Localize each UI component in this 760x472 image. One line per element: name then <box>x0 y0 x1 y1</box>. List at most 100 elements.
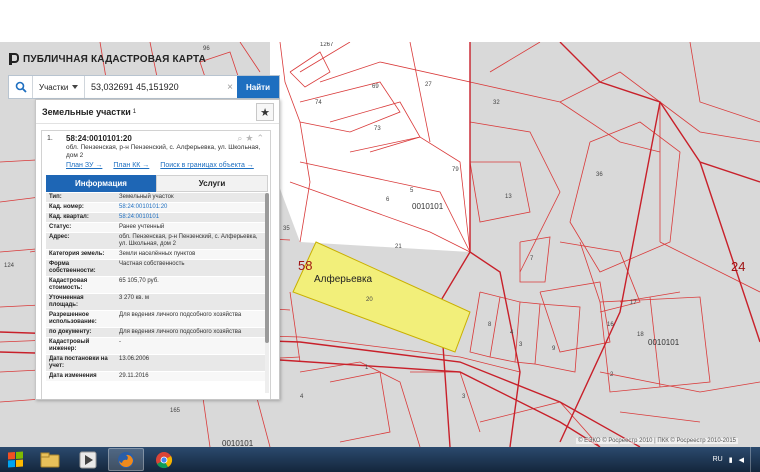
search-input[interactable] <box>85 76 223 98</box>
panel-scrollbar[interactable] <box>265 193 269 393</box>
attribute-value[interactable]: 58:24:0010101:20 <box>116 203 268 212</box>
network-icon[interactable]: ▮ <box>729 456 733 464</box>
screen: 96 1267 74 69 27 73 79 5 6 13 21 35 36 3… <box>0 0 760 472</box>
settlement-name: Алферьевка <box>314 274 373 285</box>
parcel-number: 3 <box>519 342 523 348</box>
card-cad-id[interactable]: 58:24:0010101:20 <box>66 134 132 143</box>
parcel-card: 1. 58:24:0010101:20 ⌕ ★ ⌃ обл. Пензенска… <box>41 130 271 399</box>
app-header: ПУБЛИЧНАЯ КАДАСТРОВАЯ КАРТА <box>8 50 206 68</box>
tab-info[interactable]: Информация <box>46 175 156 192</box>
windows-taskbar: RU ▮ ◀ <box>0 447 760 472</box>
attribute-label: Разрешенное использование: <box>49 312 97 325</box>
search-icon[interactable] <box>9 76 33 98</box>
parcel-number: 20 <box>366 297 373 303</box>
attribute-row: Уточненная площадь: 3 270 кв. м <box>46 294 268 311</box>
attributes-table: Тип: Земельный участок Кад. номер: 58:24:00… <box>46 193 268 382</box>
attribute-row: Кадастровый инженер: - <box>46 338 268 355</box>
attribute-value: Частная собственность <box>119 261 185 267</box>
search-type-label: Участки <box>39 82 69 92</box>
attribute-value: Для ведения личного подсобного хозяйства <box>119 312 242 318</box>
attribute-value: Земли населённых пунктов <box>119 251 196 257</box>
parcel-number: 73 <box>374 126 381 132</box>
volume-icon[interactable]: ◀ <box>739 456 744 464</box>
parcel-number: 32 <box>493 100 500 106</box>
zoom-icon[interactable]: ⌕ <box>237 133 242 144</box>
attribute-value: 65 105,70 руб. <box>119 278 159 284</box>
search-in-bounds-link[interactable]: Поиск в границах объекта → <box>160 162 254 169</box>
media-player-icon[interactable] <box>70 448 106 471</box>
parcel-number: 18 <box>637 332 644 338</box>
parcel-number: 1 <box>365 365 369 371</box>
attribute-label: Кад. квартал: <box>49 214 89 220</box>
plan-kk-link[interactable]: План КК → <box>113 162 149 169</box>
windows-start-icon[interactable] <box>0 447 30 472</box>
parcel-number: 16 <box>607 322 614 328</box>
parcel-number: 36 <box>596 172 603 178</box>
show-desktop-button[interactable] <box>750 447 760 472</box>
attribute-value: Ранее учтенный <box>119 224 165 230</box>
attribute-row: Статус: Ранее учтенный <box>46 223 268 233</box>
card-index: 1. <box>47 135 53 142</box>
parcel-number: 13 <box>505 194 512 200</box>
result-count: 1 <box>132 108 137 115</box>
attribute-row: Кад. номер: 58:24:0010101:20 <box>46 203 268 213</box>
district-label: 24 <box>731 259 746 274</box>
language-indicator[interactable]: RU <box>713 456 723 463</box>
search-type-select[interactable]: Участки <box>33 76 85 98</box>
attribute-label: Статус: <box>49 224 72 230</box>
favorite-icon[interactable]: ★ <box>245 133 253 144</box>
app-title: ПУБЛИЧНАЯ КАДАСТРОВАЯ КАРТА <box>23 53 207 65</box>
quarter-label: 0010101 <box>648 338 680 347</box>
results-panel: Земельные участки 1 ★ 1. 58:24:0010101:2… <box>35 99 280 400</box>
card-actions: ⌕ ★ ⌃ <box>237 133 264 144</box>
parcel-number: 69 <box>372 84 379 90</box>
star-icon[interactable]: ★ <box>256 103 274 121</box>
parcel-number: 165 <box>170 408 181 414</box>
parcel-number: 9 <box>552 346 556 352</box>
quarter-label: 0010101 <box>222 439 254 447</box>
tab-services[interactable]: Услуги <box>156 175 268 192</box>
parcel-number: 2 <box>610 372 614 378</box>
parcel-number: 4 <box>510 330 514 336</box>
search-bar: Участки × Найти <box>8 75 280 99</box>
attribute-label: Дата постановки на учет: <box>49 356 108 369</box>
attribute-value: 29.11.2016 <box>119 373 149 379</box>
parcel-number: 5 <box>410 188 414 194</box>
panel-title: Земельные участки <box>42 106 131 117</box>
parcel-number: 124 <box>4 263 15 269</box>
attribute-value: Для ведения личного подсобного хозяйства <box>119 329 242 335</box>
card-tabs: Информация Услуги <box>46 175 268 192</box>
attribute-row: Кад. квартал: 58:24:0010101 <box>46 213 268 223</box>
card-address: обл. Пензенская, р-н Пензенский, с. Алфе… <box>66 144 261 159</box>
attribute-value: - <box>119 339 121 345</box>
chrome-icon[interactable] <box>146 448 182 471</box>
scrollbar-thumb[interactable] <box>265 193 269 343</box>
attribute-label: Кадастровая стоимость: <box>49 278 88 291</box>
explorer-icon[interactable] <box>32 448 68 471</box>
rosreestr-logo-icon <box>8 53 19 65</box>
card-links: План ЗУ → План КК → Поиск в границах объ… <box>66 162 254 169</box>
attribute-label: Адрес: <box>49 234 70 240</box>
attribute-row: по документу: Для ведения личного подсобн… <box>46 328 268 338</box>
attribute-label: Кадастровый инженер: <box>49 339 90 352</box>
attribute-label: Уточненная площадь: <box>49 295 84 308</box>
chevron-down-icon <box>72 85 79 89</box>
system-tray: RU ▮ ◀ <box>713 456 750 464</box>
firefox-icon[interactable] <box>108 448 144 471</box>
collapse-icon[interactable]: ⌃ <box>256 133 264 144</box>
parcel-number: 4 <box>300 394 304 400</box>
attribute-label: Кад. номер: <box>49 204 84 210</box>
attribute-value[interactable]: 58:24:0010101 <box>116 213 268 222</box>
attribute-row: Разрешенное использование: Для ведения ли… <box>46 311 268 328</box>
parcel-number: 21 <box>395 244 402 250</box>
find-button[interactable]: Найти <box>237 76 279 98</box>
quarter-label: 0010101 <box>412 202 444 211</box>
parcel-number: 27 <box>425 82 432 88</box>
map-copyright: © ЕЭКО © Росреестр 2010 | ПКК © Росреест… <box>576 438 738 444</box>
attribute-row: Категория земель: Земли населённых пункто… <box>46 250 268 260</box>
clear-icon[interactable]: × <box>223 76 237 98</box>
plan-zu-link[interactable]: План ЗУ → <box>66 162 102 169</box>
attribute-label: Форма собственности: <box>49 261 96 274</box>
parcel-number: 6 <box>386 197 390 203</box>
parcel-number: 79 <box>452 167 459 173</box>
